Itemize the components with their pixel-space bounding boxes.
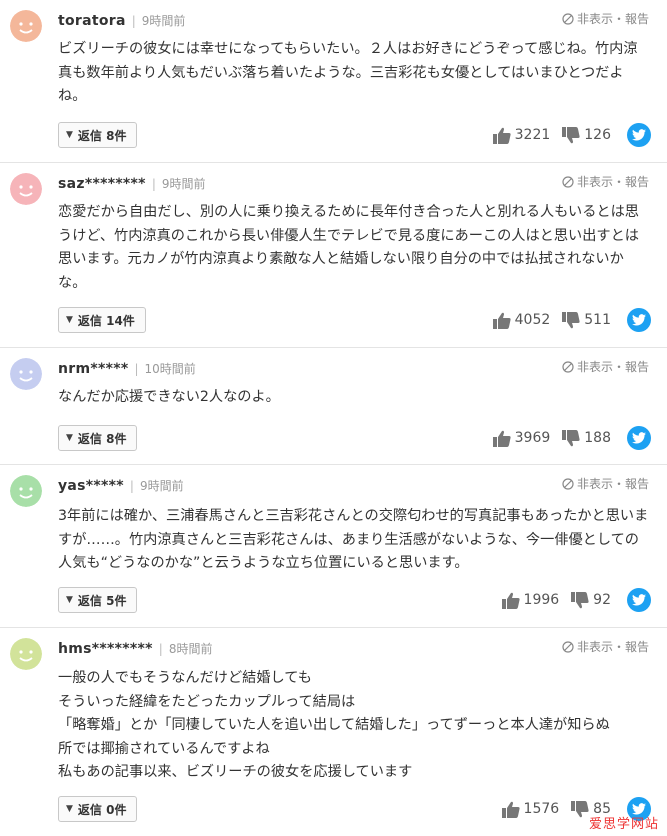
twitter-share-button[interactable] [627,426,651,450]
block-icon [562,175,574,188]
separator: | [129,479,134,493]
timestamp: 10時間前 [144,362,196,376]
twitter-icon [632,432,646,444]
twitter-share-button[interactable] [627,123,651,147]
comment-text: 一般の人でもそうなんだけど結婚しても そういった経緯をたどったカップルって結局は… [58,667,650,785]
twitter-share-button[interactable] [627,308,651,332]
comment-item: toratora | 9時間前 非表示・報告 ビズリーチの彼女には幸せになってもらい… [0,0,667,162]
comment-text: なんだか応援できない2人なのよ。 [58,389,280,405]
watermark: 爱思学网站 [588,817,659,832]
thumbs-down-icon[interactable] [571,800,589,818]
separator: | [158,642,163,656]
block-icon [562,360,574,373]
user-avatar [10,638,42,670]
comment-line: そういった経緯をたどったカップルって結局は [58,693,356,710]
comment-meta: hms******** | 8時間前 [58,640,212,658]
timestamp: 9時間前 [161,177,206,191]
timestamp: 9時間前 [141,14,186,28]
thumbs-up-icon[interactable] [492,430,511,447]
thumbs-up-icon[interactable] [492,127,511,144]
report-link[interactable]: 非表示・報告 [562,358,649,375]
username[interactable]: nrm***** [58,361,128,377]
like-count: 4052 [514,312,551,328]
user-avatar [10,358,42,390]
report-label: 非表示・報告 [576,477,649,491]
comment-actions: 3221 126 [492,122,651,148]
comment-meta: toratora | 9時間前 [58,12,185,30]
comment-line: 所では揶揄されているんですよね [58,740,270,757]
twitter-icon [632,314,646,326]
user-avatar [10,10,42,42]
thumbs-up-icon[interactable] [492,312,511,329]
comment-line: 一般の人でもそうなんだけど結婚しても [58,670,312,686]
comment-meta: saz******** | 9時間前 [58,175,206,193]
separator: | [151,177,156,191]
comment-item: nrm***** | 10時間前 非表示・報告 なんだか応援できない2人なのよ。 ▼… [0,348,667,464]
user-avatar [10,475,42,507]
like-count: 3221 [514,127,551,143]
comment-item: saz******** | 9時間前 非表示・報告 恋愛だから自由だし、別の人に乗り… [0,163,667,347]
comment-item: hms******** | 8時間前 非表示・報告 一般の人でもそうなんだけど結婚し… [0,628,667,836]
comment-item: yas***** | 9時間前 非表示・報告 3年前には確か、三浦春馬さんと三吉彩花… [0,465,667,627]
block-icon [562,640,574,653]
comment-meta: yas***** | 9時間前 [58,477,184,495]
thumbs-down-icon[interactable] [562,311,580,329]
report-link[interactable]: 非表示・報告 [562,173,649,190]
comment-line: 私もあの記事以来、ビズリーチの彼女を応援しています [58,764,413,780]
caret-down-icon: ▼ [66,130,73,140]
report-label: 非表示・報告 [576,360,649,374]
twitter-icon [632,129,646,141]
separator: | [131,14,136,28]
report-label: 非表示・報告 [576,640,649,654]
twitter-icon [632,594,646,606]
dislike-count: 188 [584,430,611,446]
block-icon [562,477,574,490]
caret-down-icon: ▼ [66,315,73,325]
block-icon [562,12,574,25]
report-link[interactable]: 非表示・報告 [562,638,649,655]
caret-down-icon: ▼ [66,433,73,443]
username[interactable]: saz******** [58,176,146,192]
twitter-share-button[interactable] [627,588,651,612]
thumbs-down-icon[interactable] [562,429,580,447]
separator: | [134,362,139,376]
thumbs-up-icon[interactable] [501,592,520,609]
reply-button[interactable]: ▼ 返信 5件 [58,587,138,613]
dislike-count: 511 [584,312,611,328]
username[interactable]: hms******** [58,641,153,657]
reply-button[interactable]: ▼ 返信 14件 [58,307,146,333]
dislike-count: 126 [584,127,611,143]
caret-down-icon: ▼ [66,595,73,605]
thumbs-down-icon[interactable] [562,126,580,144]
thumbs-down-icon[interactable] [571,591,589,609]
comment-actions: 3969 188 [492,425,651,451]
username[interactable]: yas***** [58,478,124,494]
report-link[interactable]: 非表示・報告 [562,475,649,492]
report-label: 非表示・報告 [576,12,649,26]
comment-meta: nrm***** | 10時間前 [58,360,196,378]
caret-down-icon: ▼ [66,804,73,814]
thumbs-up-icon[interactable] [501,801,520,818]
timestamp: 9時間前 [139,479,184,493]
comment-actions: 4052 511 [492,307,651,333]
comment-actions: 1996 92 [501,587,651,613]
user-avatar [10,173,42,205]
like-count: 1996 [523,592,560,608]
reply-button[interactable]: ▼ 返信 8件 [58,122,138,148]
comment-text: 恋愛だから自由だし、別の人に乗り換えるために長年付き合った人と別れる人もいるとは… [58,204,639,291]
reply-button[interactable]: ▼ 返信 8件 [58,425,138,451]
comment-line: 「略奪婚」とか「同棲していた人を追い出して結婚した」ってずーっと本人達が知らぬ [58,717,610,733]
comment-text: ビズリーチの彼女には幸せになってもらいたい。２人はお好きにどうぞって感じね。竹内… [58,41,638,104]
report-link[interactable]: 非表示・報告 [562,10,649,27]
report-label: 非表示・報告 [576,175,649,189]
like-count: 1576 [523,801,560,817]
like-count: 3969 [514,430,551,446]
dislike-count: 92 [593,592,611,608]
timestamp: 8時間前 [168,642,213,656]
comment-text: 3年前には確か、三浦春馬さんと三吉彩花さんとの交際匂わせ的写真記事もあったかと思… [58,508,649,571]
reply-button[interactable]: ▼ 返信 0件 [58,796,138,822]
username[interactable]: toratora [58,13,126,29]
